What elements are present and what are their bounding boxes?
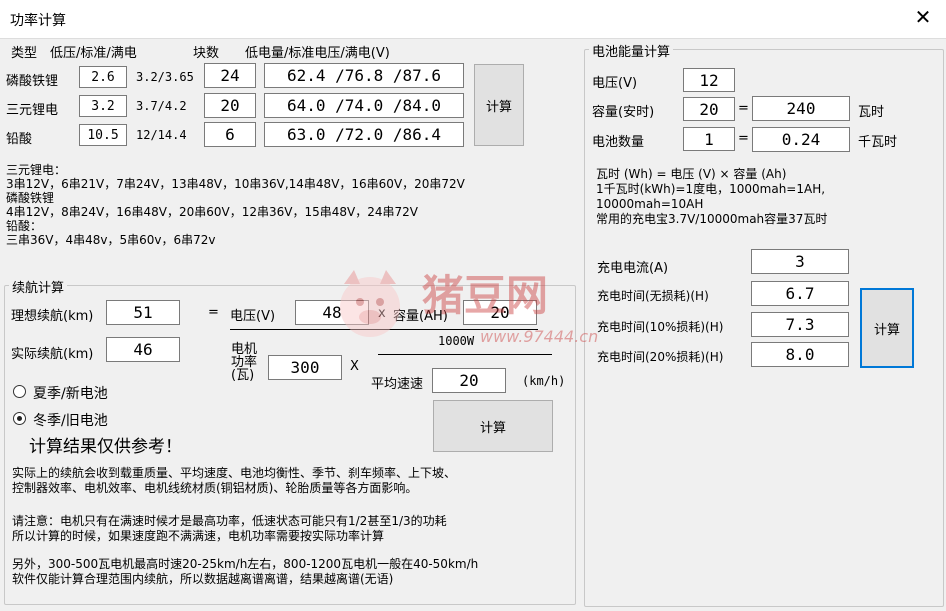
avg-speed-label: 平均速速: [371, 377, 424, 392]
nmc-range: 3.7/4.2: [136, 99, 187, 113]
multiply-sign-2: X: [350, 359, 359, 374]
charge-time-20-label: 充电时间(20%损耗)(H): [597, 350, 724, 364]
fraction-bar: [230, 329, 538, 330]
energy-formula-notes: 瓦时 (Wh) = 电压 (V) × 容量 (Ah) 1千瓦时(kWh)=1度电…: [596, 167, 828, 226]
close-icon[interactable]: ✕: [912, 6, 934, 28]
lead-count-input[interactable]: [204, 122, 256, 147]
range-calc-title: 续航计算: [9, 277, 68, 296]
lfp-voltage-output: 62.4 /76.8 /87.6: [264, 63, 464, 88]
actual-range-label: 实际续航(km): [11, 347, 94, 362]
note-line: 4串12V，8串24V，16串48V，20串60V，12串36V，15串48V，…: [6, 205, 418, 219]
kwh-output: 0.24: [752, 127, 850, 152]
row-nmc-name: 三元锂电: [6, 103, 59, 118]
motor-power-label: 电机 功率 (瓦): [231, 342, 258, 383]
battery-calc-button[interactable]: 计算: [474, 64, 524, 146]
fraction-bar-2: [378, 354, 552, 355]
battery-count-label: 电池数量: [592, 135, 645, 150]
range-paragraph-1: 实际上的续航会收到载重质量、平均速度、电池均衡性、季节、刹车频率、上下坡、 控制…: [12, 466, 457, 495]
note-line: 三串36V，4串48v，5串60v，6串72v: [6, 233, 216, 247]
equals-sign-wh: =: [738, 101, 749, 116]
charge-time-10-output: 7.3: [751, 312, 849, 337]
charge-time-20-output: 8.0: [751, 342, 849, 367]
header-voltage: 低电量/标准电压/满电(V): [245, 46, 390, 61]
note-line: 三元锂电：: [6, 163, 67, 177]
winter-radio-label[interactable]: 冬季/旧电池: [33, 410, 108, 430]
range-capacity-input[interactable]: [463, 300, 537, 325]
energy-capacity-input[interactable]: [683, 97, 735, 121]
wh-output: 240: [752, 96, 850, 121]
ideal-range-label: 理想续航(km): [11, 309, 94, 324]
equals-sign: =: [208, 305, 219, 320]
nmc-cell-voltage-input[interactable]: [79, 95, 127, 117]
note-line: 3串12V，6串21V，7串24V，13串48V，10串36V,14串48V，1…: [6, 177, 465, 191]
charge-time-0-output: 6.7: [751, 281, 849, 306]
charge-time-0-label: 充电时间(无损耗)(H): [597, 289, 709, 303]
lead-cell-voltage-input[interactable]: [79, 124, 127, 146]
nmc-voltage-output: 64.0 /74.0 /84.0: [264, 93, 464, 118]
winter-radio[interactable]: [13, 412, 26, 425]
summer-radio-label[interactable]: 夏季/新电池: [33, 383, 108, 403]
row-lead-name: 铅酸: [6, 132, 33, 147]
energy-voltage-label: 电压(V): [592, 76, 638, 91]
range-capacity-label: 容量(AH): [393, 309, 448, 324]
range-voltage-label: 电压(V): [230, 309, 276, 324]
lfp-count-input[interactable]: [204, 63, 256, 88]
lead-voltage-output: 63.0 /72.0 /86.4: [264, 122, 464, 147]
window-title: 功率计算: [10, 13, 66, 29]
ideal-range-output[interactable]: [106, 300, 180, 325]
motor-power-input[interactable]: [268, 355, 342, 380]
speed-unit: (km/h): [522, 374, 566, 388]
header-type: 类型: [11, 46, 38, 61]
multiply-sign: x: [378, 306, 386, 321]
charge-calc-button[interactable]: 计算: [860, 288, 914, 368]
range-voltage-input[interactable]: [295, 300, 369, 325]
charge-current-input[interactable]: [751, 249, 849, 274]
header-cells: 块数: [193, 46, 220, 61]
series-notes: 三元锂电： 3串12V，6串21V，7串24V，13串48V，10串36V,14…: [6, 163, 465, 247]
range-paragraph-3: 另外，300-500瓦电机最高时速20-25km/h左右，800-1200瓦电机…: [12, 557, 479, 586]
charge-time-10-label: 充电时间(10%损耗)(H): [597, 320, 724, 334]
note-line: 磷酸铁锂: [6, 191, 55, 205]
title-bar: 功率计算 ✕: [0, 0, 946, 39]
range-paragraph-2: 请注意：电机只有在满速时候才是最高功率，低速状态可能只有1/2甚至1/3的功耗 …: [12, 514, 447, 543]
summer-radio[interactable]: [13, 385, 26, 398]
energy-calc-title: 电池能量计算: [589, 41, 674, 60]
wh-unit: 瓦时: [858, 105, 885, 120]
denominator-label: 1000W: [438, 334, 475, 348]
energy-voltage-input[interactable]: [683, 68, 735, 92]
lfp-range: 3.2/3.65: [136, 70, 194, 84]
actual-range-output[interactable]: [106, 337, 180, 362]
reference-note: 计算结果仅供参考！: [29, 437, 182, 457]
lead-range: 12/14.4: [136, 128, 187, 142]
equals-sign-kwh: =: [738, 131, 749, 146]
note-line: 铅酸：: [6, 219, 43, 233]
range-calc-button[interactable]: 计算: [433, 400, 553, 452]
lfp-cell-voltage-input[interactable]: [79, 66, 127, 88]
header-range: 低压/标准/满电: [50, 46, 137, 61]
nmc-count-input[interactable]: [204, 93, 256, 118]
kwh-unit: 千瓦时: [858, 135, 898, 150]
battery-count-input[interactable]: [683, 127, 735, 151]
avg-speed-input[interactable]: [432, 368, 506, 393]
row-lfp-name: 磷酸铁锂: [6, 74, 59, 89]
energy-capacity-label: 容量(安时): [592, 105, 655, 120]
charge-current-label: 充电电流(A): [597, 261, 669, 276]
